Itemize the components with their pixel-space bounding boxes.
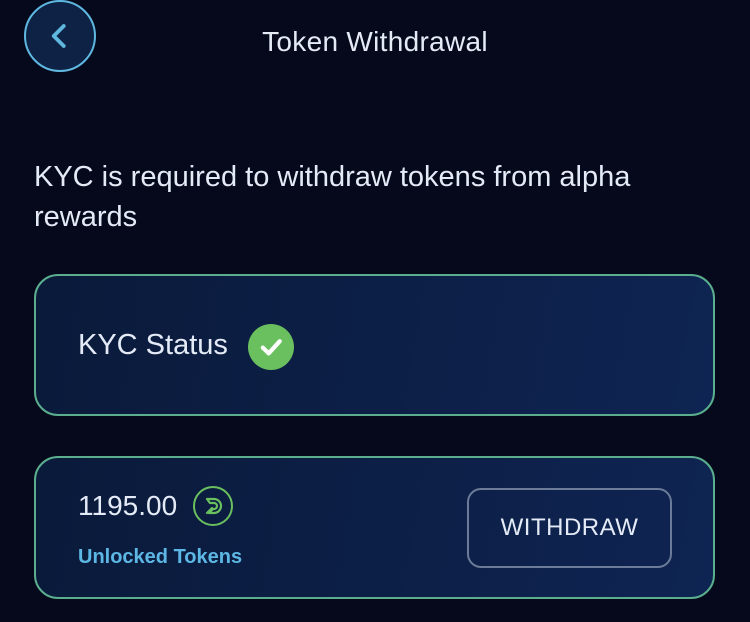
token-balance-amount: 1195.00 [78, 490, 178, 521]
unlocked-tokens-label: Unlocked Tokens [78, 546, 243, 568]
kyc-status-label: KYC Status [78, 329, 228, 361]
token-logo-icon [193, 486, 233, 526]
page-title: Token Withdrawal [262, 26, 488, 57]
kyc-notice-text: KYC is required to withdraw tokens from … [34, 161, 631, 233]
kyc-status-card: KYC Status [34, 274, 715, 416]
token-withdrawal-screen: Token Withdrawal KYC is required to with… [0, 0, 750, 622]
token-balance-card: 1195.00 Unlocked Tokens WITHDRAW [34, 456, 715, 599]
withdraw-button[interactable]: WITHDRAW [467, 488, 672, 568]
check-circle-icon [248, 324, 294, 370]
